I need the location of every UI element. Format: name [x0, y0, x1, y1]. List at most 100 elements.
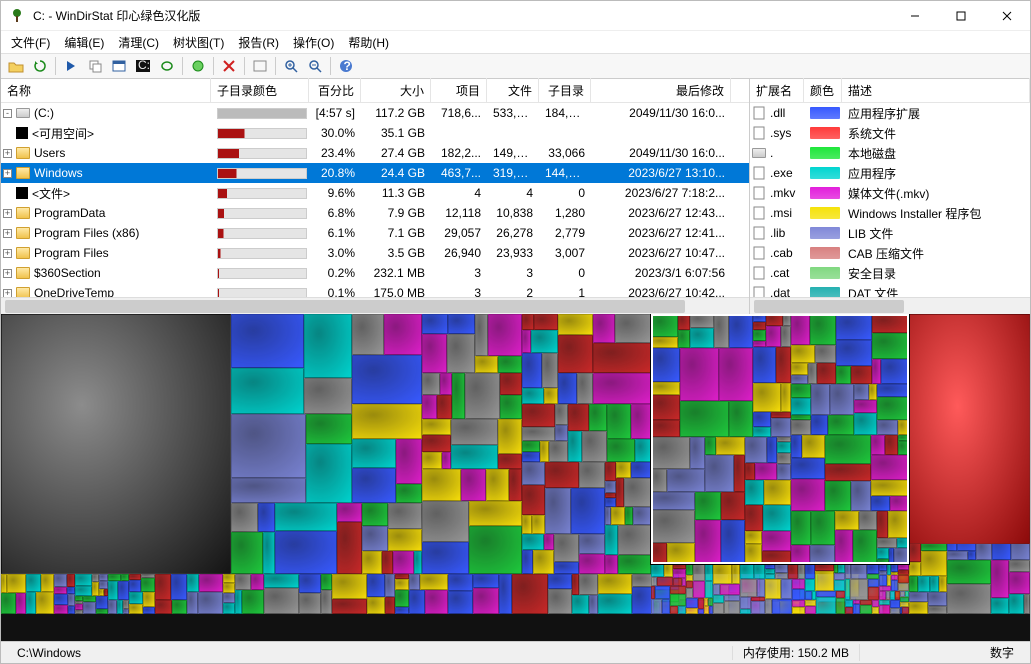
treemap-block[interactable] — [36, 592, 54, 614]
treemap-block[interactable] — [651, 337, 678, 348]
treemap-block[interactable] — [7, 574, 26, 593]
treemap-block[interactable] — [713, 603, 724, 614]
cmd-button[interactable]: C:\ — [132, 55, 154, 77]
treemap-block[interactable] — [475, 314, 488, 356]
treemap-block[interactable] — [422, 395, 437, 419]
treemap-block[interactable] — [522, 427, 555, 441]
treemap-block[interactable] — [879, 591, 886, 600]
treemap-block[interactable] — [533, 550, 554, 574]
treemap-block[interactable] — [108, 581, 118, 600]
table-row[interactable]: .cat安全目录 — [750, 263, 1030, 283]
treemap-block[interactable] — [673, 569, 686, 578]
treemap-block[interactable] — [834, 580, 845, 591]
treemap-block[interactable] — [263, 532, 275, 574]
treemap-block[interactable] — [740, 597, 751, 609]
treemap-block[interactable] — [947, 584, 991, 614]
treemap-block[interactable] — [686, 608, 698, 614]
treemap-block[interactable] — [867, 564, 879, 574]
treemap-block[interactable] — [548, 574, 572, 589]
table-row[interactable]: .cabCAB 压缩文件 — [750, 243, 1030, 263]
menu-item[interactable]: 报告(R) — [232, 32, 285, 53]
treemap-block[interactable] — [651, 314, 678, 337]
treemap-block[interactable] — [836, 591, 845, 598]
treemap-block[interactable] — [680, 401, 729, 437]
tree-expander[interactable]: + — [3, 289, 12, 298]
treemap-block[interactable] — [625, 507, 633, 525]
treemap-block[interactable] — [549, 441, 568, 462]
treemap-block[interactable] — [299, 574, 321, 593]
treemap-block[interactable] — [765, 599, 772, 614]
treemap-block[interactable] — [791, 398, 811, 415]
treemap-block[interactable] — [593, 314, 615, 343]
treemap-block[interactable] — [798, 564, 805, 579]
treemap-block[interactable] — [791, 458, 825, 479]
treemap-block[interactable] — [155, 600, 172, 614]
treemap-block[interactable] — [991, 598, 1009, 614]
menu-item[interactable]: 操作(O) — [287, 32, 340, 53]
treemap-block[interactable] — [544, 388, 558, 404]
treemap-block[interactable] — [851, 481, 871, 511]
treemap-block[interactable] — [605, 481, 616, 493]
treemap-block[interactable] — [522, 452, 540, 462]
treemap-block[interactable] — [425, 590, 448, 614]
treemap-block[interactable] — [118, 581, 129, 600]
treemap-block[interactable] — [304, 314, 352, 378]
treemap-block[interactable] — [579, 554, 605, 574]
treemap-block[interactable] — [414, 551, 422, 574]
treemap-block[interactable] — [1024, 594, 1030, 614]
treemap-block[interactable] — [1, 314, 231, 574]
treemap-block[interactable] — [877, 538, 897, 548]
treemap-block[interactable] — [783, 314, 791, 326]
treemap-block[interactable] — [897, 538, 909, 548]
treemap-block[interactable] — [879, 575, 887, 586]
table-row[interactable]: .exe应用程序 — [750, 163, 1030, 183]
treemap-block[interactable] — [686, 581, 693, 588]
treemap-block[interactable] — [544, 534, 554, 550]
treemap-block[interactable] — [75, 586, 92, 596]
treemap-block[interactable] — [548, 589, 572, 614]
treemap-block[interactable] — [835, 530, 853, 564]
treemap-block[interactable] — [705, 437, 716, 455]
treemap-block[interactable] — [651, 395, 680, 420]
treemap-block[interactable] — [762, 551, 791, 564]
treemap-block[interactable] — [352, 355, 422, 404]
treemap-block[interactable] — [719, 348, 753, 401]
menu-item[interactable]: 清理(C) — [112, 32, 165, 53]
treemap-block[interactable] — [695, 520, 721, 564]
treemap-block[interactable] — [781, 326, 791, 347]
treemap-block[interactable] — [724, 601, 740, 614]
treemap-block[interactable] — [129, 580, 141, 592]
treemap-block[interactable] — [618, 525, 651, 555]
treemap-block[interactable] — [836, 340, 872, 366]
treemap-block[interactable] — [767, 437, 777, 463]
treemap-block[interactable] — [382, 551, 393, 574]
treemap-block[interactable] — [909, 576, 918, 592]
treemap-block[interactable] — [611, 507, 625, 525]
treemap-block[interactable] — [422, 373, 440, 395]
treemap-block[interactable] — [554, 534, 579, 562]
treemap-block[interactable] — [108, 600, 117, 614]
treemap-block[interactable] — [396, 439, 422, 484]
treemap[interactable] — [1, 314, 1030, 641]
treemap-block[interactable] — [332, 574, 367, 599]
treemap-block[interactable] — [928, 606, 947, 614]
treemap-block[interactable] — [388, 503, 422, 529]
treemap-block[interactable] — [909, 314, 1030, 544]
treemap-block[interactable] — [572, 574, 579, 595]
table-row[interactable]: +Program Files (x86)6.1%7.1 GB29,05726,2… — [1, 223, 749, 243]
treemap-block[interactable] — [872, 600, 879, 607]
treemap-block[interactable] — [41, 574, 54, 592]
treemap-block[interactable] — [657, 577, 673, 586]
treemap-block[interactable] — [845, 607, 853, 614]
treemap-block[interactable] — [791, 511, 811, 545]
treemap-block[interactable] — [713, 595, 724, 603]
treemap-block[interactable] — [1, 593, 16, 614]
table-row[interactable]: .datDAT 文件 — [750, 283, 1030, 297]
column-header[interactable]: 文件 — [487, 78, 539, 103]
treemap-block[interactable] — [651, 420, 680, 437]
menu-item[interactable]: 文件(F) — [5, 32, 56, 53]
treemap-block[interactable] — [616, 462, 631, 478]
treemap-block[interactable] — [306, 414, 352, 444]
treemap-block[interactable] — [448, 314, 475, 334]
treemap-block[interactable] — [740, 564, 754, 579]
